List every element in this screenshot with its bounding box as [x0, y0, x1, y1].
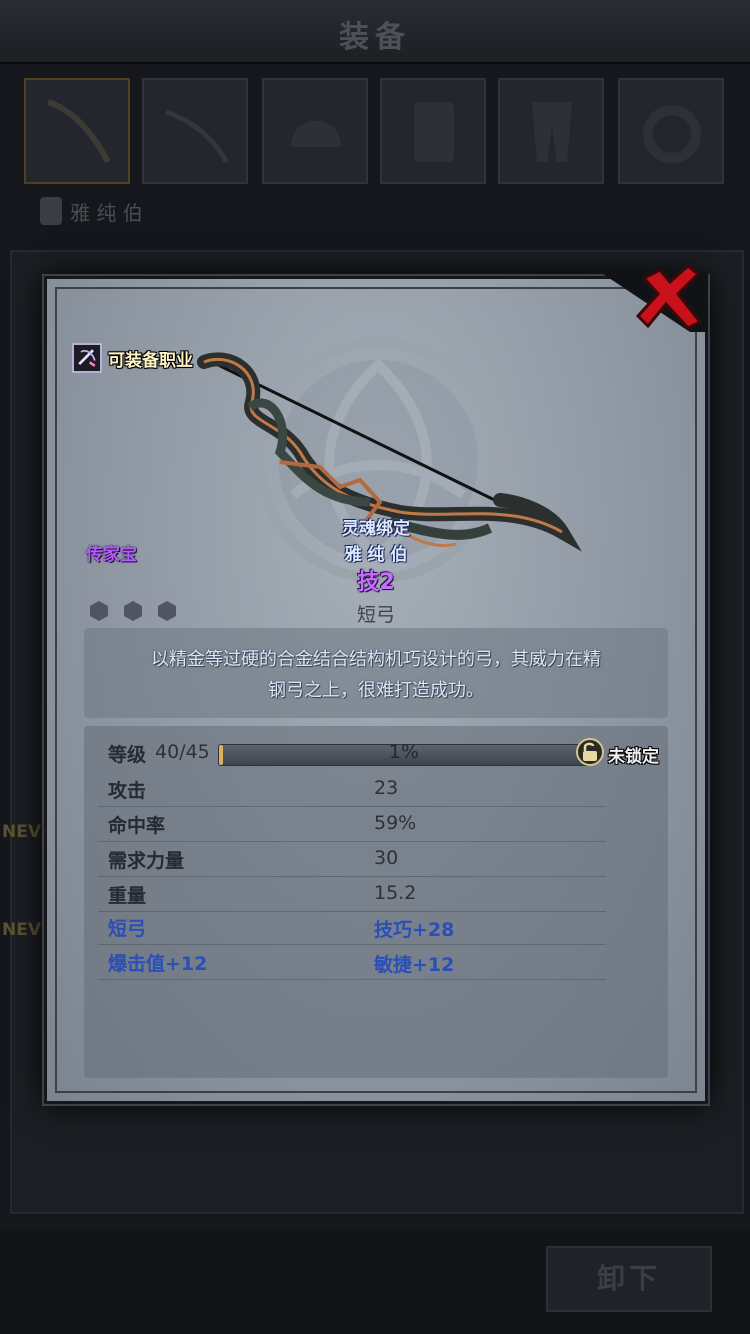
level-row: 等级 40/45 1% 未锁定: [98, 736, 668, 770]
level-label: 等级: [108, 744, 147, 766]
weapon-slot-icon: [165, 109, 229, 164]
level-value: 40/45: [155, 741, 210, 763]
stat-value: 30: [374, 847, 399, 869]
character-name: 雅 纯 伯: [70, 200, 143, 225]
unlock-icon[interactable]: [576, 738, 604, 766]
slot-weapon-1[interactable]: [24, 78, 130, 184]
item-description: 以精金等过硬的合金结合结构机巧设计的弓，其威力在精 钢弓之上，很难打造成功。: [100, 644, 652, 706]
skill-requirement: 技2: [357, 570, 395, 595]
pants-slot-icon: [532, 102, 572, 162]
slot-armor[interactable]: [380, 78, 486, 184]
soulbound-label: 灵魂绑定: [342, 519, 410, 539]
hexagon-socket-icon: [90, 601, 108, 621]
stat-row-weight: 重量 15.2: [98, 877, 606, 912]
rarity-label: 传家宝: [86, 545, 137, 565]
experience-percent: 1%: [388, 741, 420, 763]
character-icon: [40, 197, 62, 225]
stat-value: 15.2: [374, 882, 417, 904]
new-badge: NEV: [2, 822, 41, 842]
bonus-row: 爆击值+12 敏捷+12: [98, 945, 606, 980]
hexagon-socket-icon: [158, 601, 176, 621]
slot-helmet[interactable]: [262, 78, 368, 184]
class-archer-icon: [72, 343, 102, 373]
socket-slots: [88, 600, 178, 622]
description-line: 以精金等过硬的合金结合结构机巧设计的弓，其威力在精: [151, 649, 601, 670]
bonus-label: 短弓: [108, 918, 147, 940]
stat-value: 23: [374, 777, 399, 799]
stat-value: 59%: [374, 812, 417, 834]
stat-row-accuracy: 命中率 59%: [98, 807, 606, 842]
bonus-row: 短弓 技巧+28: [98, 910, 606, 945]
stat-label: 攻击: [108, 780, 147, 802]
bow-slot-icon: [46, 99, 111, 164]
equipment-slots: [24, 78, 726, 190]
equip-class-badge[interactable]: 可装备职业: [72, 343, 193, 373]
stat-row-attack: 攻击 23: [98, 772, 606, 807]
slot-pants[interactable]: [498, 78, 604, 184]
helmet-slot-icon: [291, 120, 341, 147]
stat-row-strength-requirement: 需求力量 30: [98, 842, 606, 877]
armor-slot-icon: [414, 102, 454, 162]
stat-label: 需求力量: [108, 850, 185, 872]
stat-label: 命中率: [108, 815, 166, 837]
lock-status: 未锁定: [608, 747, 659, 767]
equip-class-label: 可装备职业: [108, 350, 193, 371]
hexagon-socket-icon: [124, 601, 142, 621]
slot-ring[interactable]: [618, 78, 724, 184]
bonus-label: 爆击值+12: [108, 953, 208, 975]
bonus-value: 敏捷+12: [374, 954, 455, 976]
new-badge: NEV: [2, 920, 41, 940]
close-icon[interactable]: [608, 264, 708, 334]
bonus-value: 技巧+28: [374, 919, 455, 941]
description-line: 钢弓之上，很难打造成功。: [268, 680, 484, 701]
owner-name: 雅 纯 伯: [344, 545, 408, 565]
character-selector[interactable]: 雅 纯 伯: [40, 196, 143, 226]
slot-weapon-2[interactable]: [142, 78, 248, 184]
item-type: 短弓: [356, 604, 395, 626]
top-bar: 装备: [0, 0, 750, 64]
ring-slot-icon: [643, 105, 701, 163]
stat-label: 重量: [108, 885, 147, 907]
screen-title: 装备: [339, 20, 411, 55]
unequip-button[interactable]: 卸下: [546, 1246, 712, 1312]
